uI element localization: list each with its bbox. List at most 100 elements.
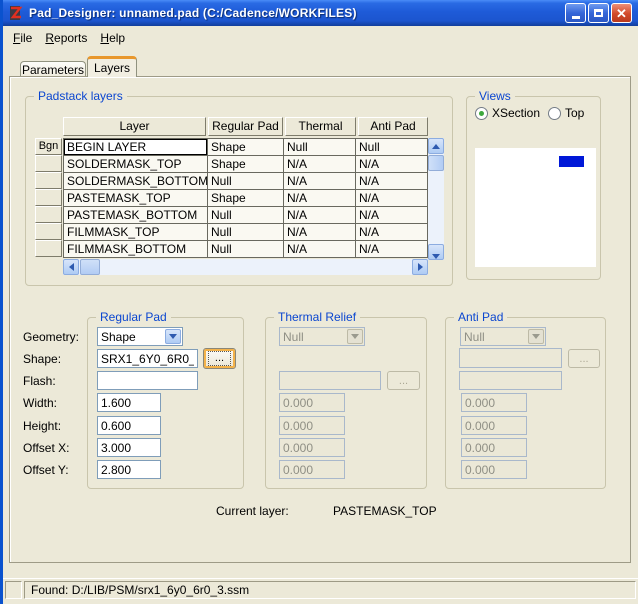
cell-thermal-relief[interactable]: N/A bbox=[284, 173, 356, 189]
chevron-down-icon[interactable] bbox=[165, 329, 181, 344]
status-bar: Found: D:/LIB/PSM/srx1_6y0_6r0_3.ssm bbox=[3, 578, 638, 600]
cell-layer[interactable]: SOLDERMASK_BOTTOM bbox=[64, 173, 208, 189]
cell-anti-pad[interactable]: N/A bbox=[356, 241, 427, 258]
menu-bar: File Reports Help bbox=[3, 26, 638, 50]
maximize-icon bbox=[594, 9, 603, 17]
scroll-down-icon bbox=[432, 254, 440, 259]
cell-regular-pad[interactable]: Null bbox=[208, 224, 284, 240]
regular-offset-x-input[interactable] bbox=[97, 438, 161, 457]
table-row[interactable]: FILMMASK_TOP Null N/A N/A bbox=[64, 224, 427, 241]
column-header-thermal-relief[interactable]: Thermal Relief bbox=[285, 117, 356, 136]
cell-thermal-relief[interactable]: N/A bbox=[284, 190, 356, 206]
cell-regular-pad[interactable]: Null bbox=[208, 241, 284, 258]
table-row[interactable]: FILMMASK_BOTTOM Null N/A N/A bbox=[64, 241, 427, 258]
row-header-button[interactable] bbox=[35, 223, 62, 240]
radio-top[interactable]: Top bbox=[548, 106, 584, 120]
table-row[interactable]: SOLDERMASK_TOP Shape N/A N/A bbox=[64, 156, 427, 173]
row-header-button[interactable] bbox=[35, 206, 62, 223]
table-row[interactable]: PASTEMASK_TOP Shape N/A N/A bbox=[64, 190, 427, 207]
vertical-scroll-thumb[interactable] bbox=[428, 155, 444, 171]
thermal-height-input bbox=[279, 416, 345, 435]
cell-anti-pad[interactable]: N/A bbox=[356, 190, 427, 206]
anti-geometry-select: Null bbox=[460, 327, 546, 346]
menu-help[interactable]: Help bbox=[100, 31, 125, 45]
views-group-label: Views bbox=[475, 89, 515, 103]
horizontal-scroll-thumb[interactable] bbox=[80, 259, 100, 275]
table-row[interactable]: PASTEMASK_BOTTOM Null N/A N/A bbox=[64, 207, 427, 224]
row-header-button[interactable] bbox=[35, 189, 62, 206]
regular-height-input[interactable] bbox=[97, 416, 161, 435]
window-title: Pad_Designer: unnamed.pad (C:/Cadence/WO… bbox=[29, 6, 357, 20]
cell-layer[interactable]: FILMMASK_BOTTOM bbox=[64, 241, 208, 258]
tab-parameters[interactable]: Parameters bbox=[20, 61, 86, 77]
maximize-button[interactable] bbox=[588, 3, 609, 23]
regular-geometry-value: Shape bbox=[101, 330, 136, 344]
row-header-button[interactable] bbox=[35, 155, 62, 172]
cell-layer[interactable]: PASTEMASK_TOP bbox=[64, 190, 208, 206]
scroll-down-button[interactable] bbox=[428, 244, 444, 260]
tab-layers[interactable]: Layers bbox=[87, 56, 137, 77]
regular-pad-group-label: Regular Pad bbox=[96, 310, 171, 324]
close-button[interactable]: ✕ bbox=[611, 3, 632, 23]
cell-regular-pad[interactable]: Null bbox=[208, 173, 284, 189]
row-header-bgn-button[interactable]: Bgn bbox=[35, 138, 62, 155]
cell-regular-pad[interactable]: Shape bbox=[208, 156, 284, 172]
table-row[interactable]: SOLDERMASK_BOTTOM Null N/A N/A bbox=[64, 173, 427, 190]
pad-designer-window: Pad_Designer: unnamed.pad (C:/Cadence/WO… bbox=[0, 0, 638, 604]
cell-thermal-relief[interactable]: N/A bbox=[284, 207, 356, 223]
column-header-anti-pad[interactable]: Anti Pad bbox=[358, 117, 428, 136]
height-label: Height: bbox=[23, 419, 61, 433]
regular-shape-input[interactable] bbox=[97, 349, 198, 368]
radio-unselected-icon[interactable] bbox=[548, 107, 561, 120]
radio-selected-icon[interactable] bbox=[475, 107, 488, 120]
cell-thermal-relief[interactable]: N/A bbox=[284, 156, 356, 172]
scroll-left-button[interactable] bbox=[63, 259, 79, 275]
cell-anti-pad[interactable]: N/A bbox=[356, 224, 427, 240]
menu-reports[interactable]: Reports bbox=[45, 31, 87, 45]
anti-shape-browse-button: ... bbox=[568, 349, 600, 368]
row-header-button[interactable] bbox=[35, 240, 62, 257]
column-header-regular-pad[interactable]: Regular Pad bbox=[208, 117, 283, 136]
cell-anti-pad[interactable]: N/A bbox=[356, 173, 427, 189]
padstack-table: BEGIN LAYER Shape Null Null SOLDERMASK_T… bbox=[63, 138, 428, 258]
cell-regular-pad[interactable]: Shape bbox=[208, 139, 284, 155]
anti-offset-x-input bbox=[461, 438, 527, 457]
column-header-layer[interactable]: Layer bbox=[63, 117, 206, 136]
regular-width-input[interactable] bbox=[97, 393, 161, 412]
radio-xsection-label: XSection bbox=[492, 106, 540, 120]
cell-regular-pad[interactable]: Shape bbox=[208, 190, 284, 206]
regular-geometry-select[interactable]: Shape bbox=[97, 327, 183, 346]
cell-anti-pad[interactable]: Null bbox=[356, 139, 427, 155]
row-header-button[interactable] bbox=[35, 172, 62, 189]
regular-offset-y-input[interactable] bbox=[97, 460, 161, 479]
anti-width-input bbox=[461, 393, 527, 412]
preview-pad-shape bbox=[559, 156, 584, 167]
offset-y-label: Offset Y: bbox=[23, 463, 69, 477]
close-icon: ✕ bbox=[616, 7, 627, 20]
regular-flash-input[interactable] bbox=[97, 371, 198, 390]
cell-layer[interactable]: BEGIN LAYER bbox=[64, 139, 208, 155]
cell-layer[interactable]: SOLDERMASK_TOP bbox=[64, 156, 208, 172]
menu-file[interactable]: File bbox=[13, 31, 32, 45]
regular-shape-browse-button[interactable]: ... bbox=[203, 348, 236, 369]
scroll-up-button[interactable] bbox=[428, 138, 444, 154]
table-vertical-scrollbar[interactable] bbox=[428, 138, 444, 260]
table-row[interactable]: BEGIN LAYER Shape Null Null bbox=[64, 139, 427, 156]
thermal-relief-group-label: Thermal Relief bbox=[274, 310, 360, 324]
cell-layer[interactable]: PASTEMASK_BOTTOM bbox=[64, 207, 208, 223]
scroll-right-button[interactable] bbox=[412, 259, 428, 275]
cell-thermal-relief[interactable]: N/A bbox=[284, 224, 356, 240]
thermal-flash-input bbox=[279, 371, 381, 390]
anti-shape-input bbox=[459, 348, 562, 368]
minimize-icon bbox=[572, 16, 580, 19]
minimize-button[interactable] bbox=[565, 3, 586, 23]
cell-anti-pad[interactable]: N/A bbox=[356, 207, 427, 223]
cell-layer[interactable]: FILMMASK_TOP bbox=[64, 224, 208, 240]
cell-anti-pad[interactable]: N/A bbox=[356, 156, 427, 172]
table-horizontal-scrollbar[interactable] bbox=[63, 259, 428, 275]
cell-thermal-relief[interactable]: Null bbox=[284, 139, 356, 155]
radio-xsection[interactable]: XSection bbox=[475, 106, 540, 120]
cell-regular-pad[interactable]: Null bbox=[208, 207, 284, 223]
cell-thermal-relief[interactable]: N/A bbox=[284, 241, 356, 258]
offset-x-label: Offset X: bbox=[23, 441, 69, 455]
